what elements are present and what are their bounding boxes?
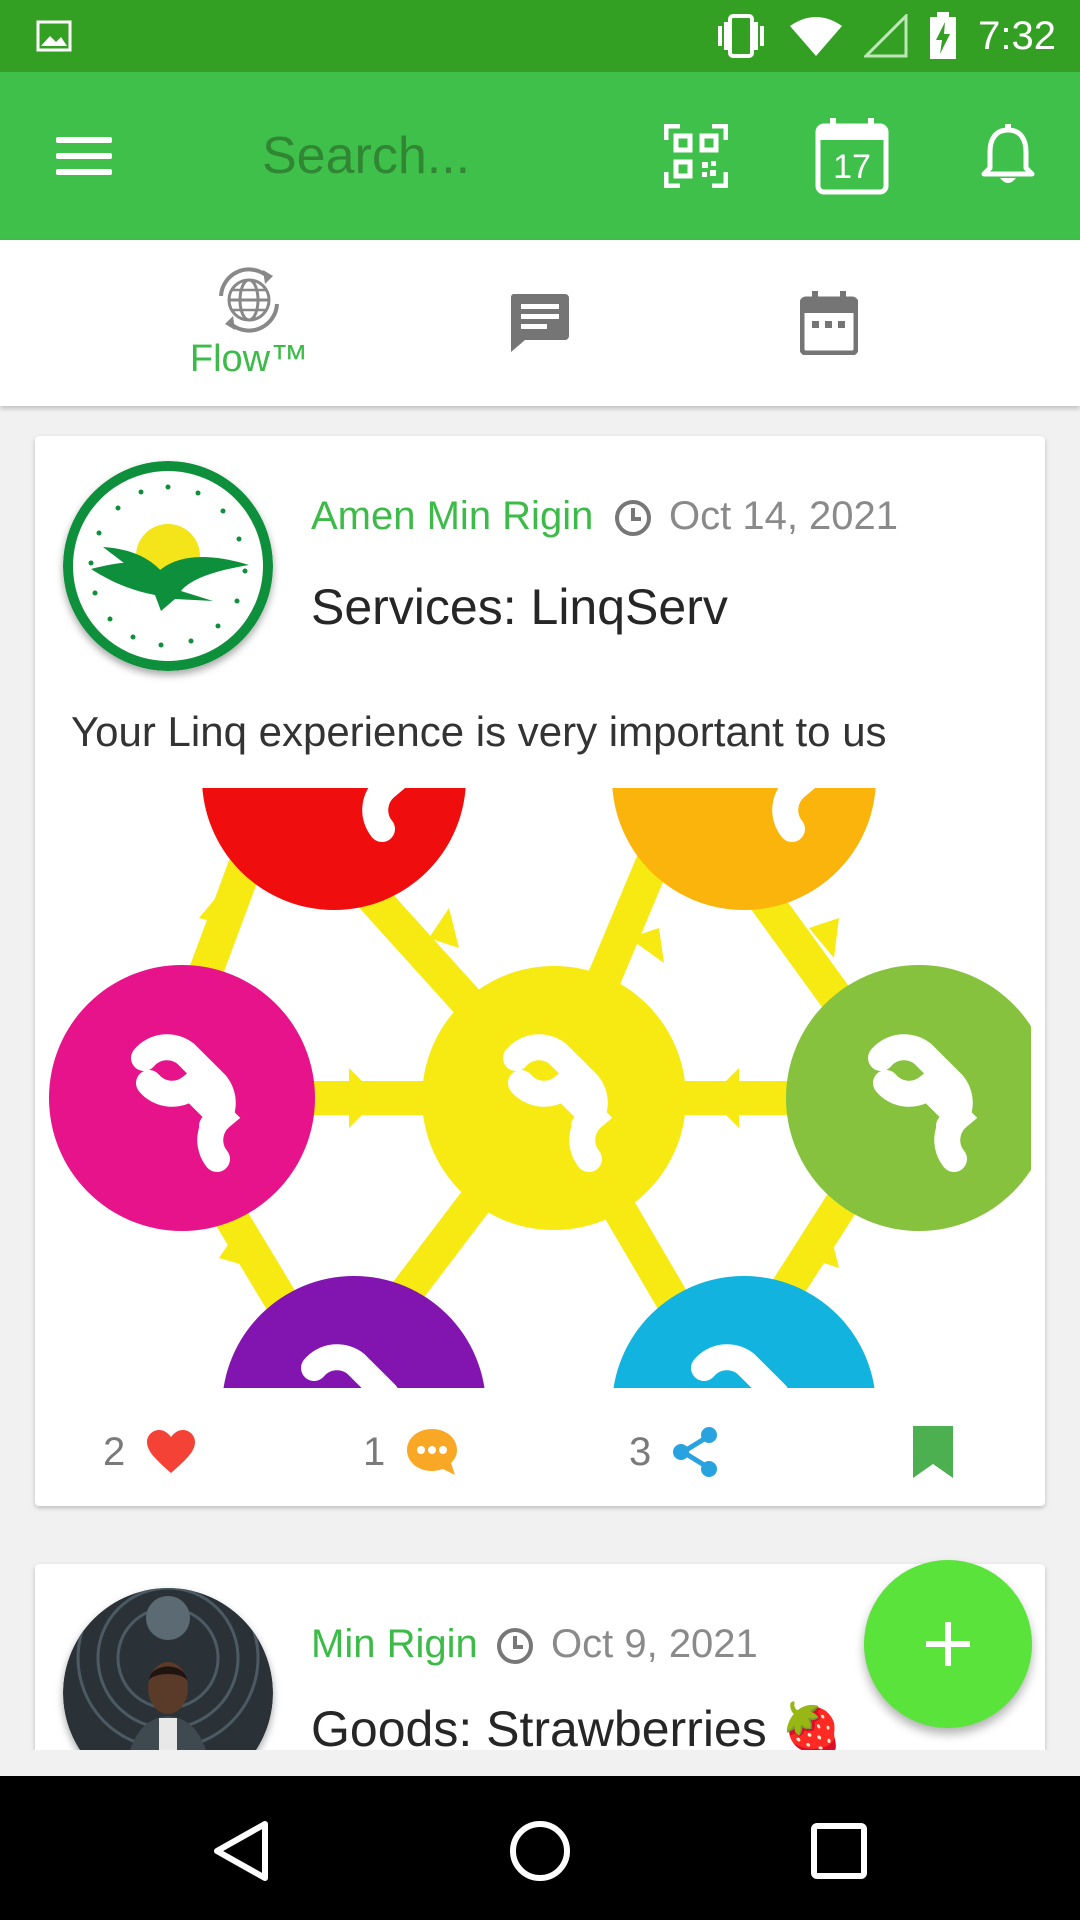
post-actions: 2 1 3: [35, 1414, 1045, 1490]
clock-icon: [497, 1628, 533, 1664]
strawberry-emoji: 🍓: [780, 1701, 843, 1750]
post-title: Services: LinqServ: [311, 579, 728, 635]
person-photo: [63, 1588, 273, 1750]
calendar-button[interactable]: 17: [806, 110, 898, 202]
post-title-text: Goods: Strawberries: [311, 1701, 767, 1750]
comment-count: 1: [363, 1429, 386, 1474]
tab-messages[interactable]: [394, 240, 684, 406]
post-title: Goods: Strawberries 🍓: [311, 1700, 843, 1750]
comment-button[interactable]: 1: [363, 1414, 459, 1490]
menu-icon-line: [56, 137, 112, 143]
menu-icon-line: [56, 153, 112, 159]
post-card[interactable]: Amen Min Rigin Oct 14, 2021 Services: Li…: [35, 436, 1045, 1506]
status-time: 7:32: [978, 13, 1056, 58]
post-date: Oct 9, 2021: [551, 1622, 758, 1666]
battery-charging-icon: [930, 12, 957, 59]
post-avatar[interactable]: [63, 461, 273, 671]
eagle-sun-logo: [63, 461, 273, 671]
calendar-icon: [800, 291, 858, 355]
feed-bottom-gap: [0, 1750, 1080, 1776]
calendar-day: 17: [833, 148, 871, 186]
post-date: Oct 14, 2021: [669, 494, 899, 538]
screen: 7:32 Search... 17 Flow™ Amen Min Rigin O…: [0, 0, 1080, 1920]
status-bar: 7:32: [0, 0, 1080, 72]
menu-icon-line: [56, 169, 112, 175]
linq-network-image: [49, 788, 1031, 1388]
globe-sync-icon: [219, 266, 279, 333]
wifi-icon: [790, 17, 843, 56]
like-button[interactable]: 2: [103, 1414, 197, 1490]
feed: Amen Min Rigin Oct 14, 2021 Services: Li…: [0, 406, 1080, 1750]
post-author[interactable]: Min Rigin: [311, 1622, 478, 1667]
home-button[interactable]: [495, 1806, 585, 1896]
back-icon: [214, 1821, 268, 1881]
image-icon: [36, 20, 72, 52]
share-button[interactable]: 3: [629, 1414, 719, 1490]
tab-calendar[interactable]: [684, 240, 974, 406]
share-icon: [673, 1427, 718, 1477]
bookmark-button[interactable]: [911, 1414, 955, 1490]
post-body: Your Linq experience is very important t…: [71, 708, 887, 755]
tab-bar: Flow™: [0, 240, 1080, 406]
app-bar: 17: [0, 72, 1080, 240]
share-count: 3: [629, 1429, 652, 1474]
add-post-button[interactable]: [864, 1560, 1032, 1728]
recents-button[interactable]: [794, 1806, 884, 1896]
post-author[interactable]: Amen Min Rigin: [311, 494, 593, 539]
post-image[interactable]: [49, 788, 1031, 1388]
vibrate-icon: [718, 14, 765, 58]
like-count: 2: [103, 1429, 126, 1474]
clock-icon: [615, 500, 651, 536]
search-input[interactable]: [262, 120, 622, 192]
post-avatar[interactable]: [63, 1588, 273, 1750]
system-nav-bar: [0, 1776, 1080, 1920]
status-icons: 7:32: [714, 0, 1056, 72]
menu-button[interactable]: [44, 122, 124, 190]
home-icon: [510, 1821, 570, 1881]
recents-icon: [811, 1823, 867, 1879]
bell-icon: [981, 124, 1035, 183]
heart-icon: [147, 1430, 196, 1473]
signal-icon: [864, 14, 908, 58]
qr-code-button[interactable]: [650, 110, 742, 202]
tab-flow-label: Flow™: [189, 337, 309, 380]
comment-icon: [407, 1429, 458, 1475]
chat-icon: [510, 294, 569, 352]
bookmark-icon: [913, 1426, 953, 1478]
qr-code-icon: [664, 124, 728, 188]
back-button[interactable]: [196, 1806, 286, 1896]
plus-icon: [926, 1622, 970, 1666]
notifications-button[interactable]: [962, 110, 1054, 202]
tab-flow[interactable]: Flow™: [104, 240, 394, 406]
